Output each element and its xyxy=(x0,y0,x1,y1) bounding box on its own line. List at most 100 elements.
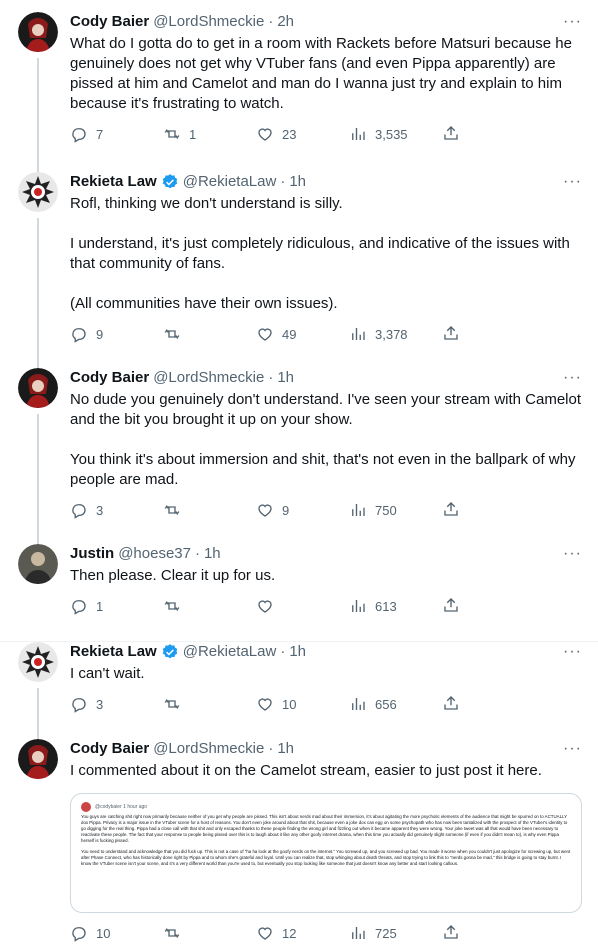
share-icon xyxy=(444,924,458,939)
tweet-text: Rofl, thinking we don't understand is si… xyxy=(70,195,570,312)
embed-paragraph-1: You guys are catching shit right now pri… xyxy=(81,814,568,843)
embed-avatar xyxy=(81,802,91,812)
share-button[interactable] xyxy=(442,324,460,345)
display-name[interactable]: Cody Baier xyxy=(70,739,149,759)
display-name[interactable]: Cody Baier xyxy=(70,368,149,388)
username-handle[interactable]: @hoese37 xyxy=(118,544,191,564)
tweet[interactable]: Rekieta Law @RekietaLaw · 1h ··· I can't wait… xyxy=(0,642,598,747)
share-icon xyxy=(444,501,458,516)
more-options-icon[interactable]: ··· xyxy=(558,642,582,662)
view-count: 656 xyxy=(375,696,397,712)
like-button[interactable]: 23 xyxy=(256,125,349,143)
reply-count: 7 xyxy=(96,126,104,142)
heart-icon xyxy=(258,128,272,141)
view-count: 3,378 xyxy=(375,326,408,342)
like-button[interactable]: 49 xyxy=(256,325,349,343)
views-button[interactable]: 3,378 xyxy=(349,325,442,343)
retweet-button[interactable] xyxy=(163,501,256,519)
like-button[interactable]: 12 xyxy=(256,924,349,942)
reply-button[interactable]: 7 xyxy=(70,125,163,143)
like-button[interactable]: 9 xyxy=(256,501,349,519)
heart-icon xyxy=(258,698,272,711)
reply-button[interactable]: 9 xyxy=(70,325,163,343)
tweet[interactable]: Rekieta Law @RekietaLaw · 1h ··· Rofl, thinki… xyxy=(0,172,598,376)
tweet-header: Cody Baier @LordShmeckie · 1h ··· xyxy=(70,368,582,388)
verified-badge-icon xyxy=(161,173,179,191)
views-icon xyxy=(352,504,365,516)
reply-count: 9 xyxy=(96,326,104,342)
reply-button[interactable]: 10 xyxy=(70,924,163,942)
username-handle[interactable]: @RekietaLaw xyxy=(183,642,277,662)
retweet-button[interactable] xyxy=(163,924,256,942)
avatar[interactable] xyxy=(18,172,58,212)
username-handle[interactable]: @LordShmeckie xyxy=(153,368,264,388)
retweet-button[interactable] xyxy=(163,695,256,713)
reply-count: 1 xyxy=(96,598,104,614)
more-options-icon[interactable]: ··· xyxy=(558,739,582,759)
like-button[interactable] xyxy=(256,597,349,615)
views-icon xyxy=(352,600,365,612)
more-options-icon[interactable]: ··· xyxy=(558,544,582,564)
retweet-button[interactable] xyxy=(163,325,256,343)
tweet-header: Rekieta Law @RekietaLaw · 1h ··· xyxy=(70,172,582,192)
retweet-button[interactable] xyxy=(163,597,256,615)
share-button[interactable] xyxy=(442,500,460,521)
like-button[interactable]: 10 xyxy=(256,695,349,713)
timestamp[interactable]: 1h xyxy=(277,739,294,759)
tweet-text: Then please. Clear it up for us. xyxy=(70,567,276,584)
avatar[interactable] xyxy=(18,739,58,779)
views-button[interactable]: 750 xyxy=(349,501,442,519)
retweet-icon xyxy=(164,928,180,938)
avatar[interactable] xyxy=(18,368,58,408)
tweet-text: I commented about it on the Camelot stre… xyxy=(70,762,542,779)
username-handle[interactable]: @LordShmeckie xyxy=(153,12,264,32)
separator-dot: · xyxy=(268,13,274,30)
reply-count: 3 xyxy=(96,502,104,518)
avatar[interactable] xyxy=(18,544,58,584)
tweet-header: Cody Baier @LordShmeckie · 2h ··· xyxy=(70,12,582,32)
share-icon xyxy=(444,325,458,340)
reply-button[interactable]: 3 xyxy=(70,695,163,713)
tweet[interactable]: Justin @hoese37 · 1h ··· Then please. Clear i… xyxy=(0,544,598,642)
avatar[interactable] xyxy=(18,642,58,682)
share-button[interactable] xyxy=(442,923,460,944)
reply-icon xyxy=(72,504,86,519)
share-button[interactable] xyxy=(442,694,460,715)
tweet[interactable]: Cody Baier @LordShmeckie · 1h ··· No dude you… xyxy=(0,368,598,552)
more-options-icon[interactable]: ··· xyxy=(558,12,582,32)
embed-user: @codybaier xyxy=(95,804,122,810)
username-handle[interactable]: @RekietaLaw xyxy=(183,172,277,192)
tweet[interactable]: Cody Baier @LordShmeckie · 2h ··· What do I g… xyxy=(0,12,598,180)
timestamp[interactable]: 1h xyxy=(204,544,221,564)
reply-count: 10 xyxy=(96,925,111,941)
display-name[interactable]: Justin xyxy=(70,544,114,564)
display-name[interactable]: Cody Baier xyxy=(70,12,149,32)
embed-header: @codybaier 1 hour ago xyxy=(81,802,571,812)
timestamp[interactable]: 1h xyxy=(289,172,306,192)
tweet-text: No dude you genuinely don't understand. … xyxy=(70,391,582,488)
avatar[interactable] xyxy=(18,12,58,52)
display-name[interactable]: Rekieta Law xyxy=(70,172,157,192)
retweet-button[interactable]: 1 xyxy=(163,125,256,143)
more-options-icon[interactable]: ··· xyxy=(558,172,582,192)
tweet[interactable]: Cody Baier @LordShmeckie · 1h ··· I commented… xyxy=(0,739,598,942)
embedded-image[interactable]: @codybaier 1 hour ago You guys are catchi… xyxy=(70,793,582,913)
share-button[interactable] xyxy=(442,596,460,617)
views-button[interactable]: 613 xyxy=(349,597,442,615)
timestamp[interactable]: 2h xyxy=(277,12,294,32)
more-options-icon[interactable]: ··· xyxy=(558,368,582,388)
view-count: 750 xyxy=(375,502,397,518)
timestamp[interactable]: 1h xyxy=(277,368,294,388)
reply-button[interactable]: 3 xyxy=(70,501,163,519)
views-button[interactable]: 725 xyxy=(349,924,442,942)
thread-line xyxy=(37,414,39,552)
username-handle[interactable]: @LordShmeckie xyxy=(153,739,264,759)
tweet-text: What do I gotta do to get in a room with… xyxy=(70,35,572,112)
display-name[interactable]: Rekieta Law xyxy=(70,642,157,662)
views-button[interactable]: 3,535 xyxy=(349,125,442,143)
reply-icon xyxy=(72,328,86,343)
views-button[interactable]: 656 xyxy=(349,695,442,713)
reply-button[interactable]: 1 xyxy=(70,597,163,615)
share-button[interactable] xyxy=(442,124,460,145)
timestamp[interactable]: 1h xyxy=(289,642,306,662)
